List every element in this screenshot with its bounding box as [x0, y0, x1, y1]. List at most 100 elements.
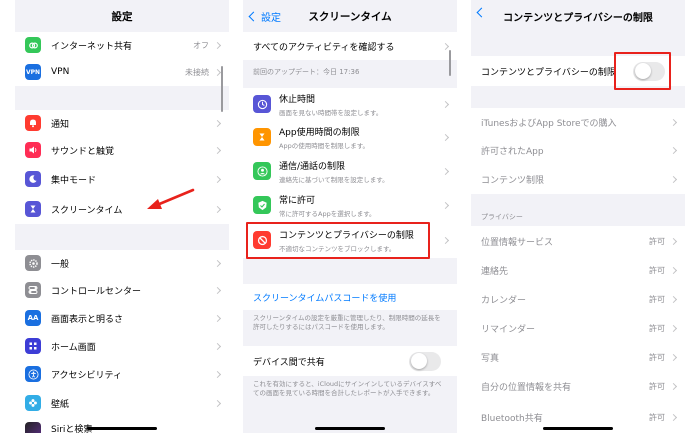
settings-screen: 設定 インターネット共有 オフ VPN VPN 未接続 通知 サウンドと触覚 集… [15, 0, 229, 433]
passcode-link-label: スクリーンタイムパスコードを使用 [253, 293, 397, 304]
chevron-right-icon [213, 370, 222, 378]
privacy-value: 許可 [649, 266, 665, 275]
flower-icon [25, 395, 41, 411]
privacy-label: カレンダー [481, 296, 527, 306]
privacy-item-share-location[interactable]: 自分の位置情報を共有 許可 [471, 372, 685, 401]
settings-item-label: VPN [51, 67, 70, 77]
vpn-value: 未接続 [185, 67, 209, 77]
share-toggle[interactable] [409, 351, 441, 371]
privacy-item-reminders[interactable]: リマインダー 許可 [471, 314, 685, 343]
screen-time-item-app-limits[interactable]: App使用時間の制限 Appの使用時間を制限します。 [243, 120, 457, 154]
settings-item-display[interactable]: AA 画面表示と明るさ [15, 304, 229, 332]
page-title: 設定 [111, 10, 133, 23]
privacy-section-header: プライバシー [481, 213, 523, 221]
back-button[interactable] [476, 7, 489, 18]
restriction-item-content[interactable]: コンテンツ制限 [471, 164, 685, 194]
page-title: コンテンツとプライバシーの制限 [503, 12, 653, 24]
item-title: 通信/通話の制限 [279, 161, 346, 172]
chevron-right-icon [669, 353, 678, 362]
chevron-right-icon [441, 133, 450, 141]
settings-item-label: アクセシビリティ [51, 370, 123, 381]
settings-item-vpn[interactable]: VPN VPN 未接続 [15, 58, 229, 86]
settings-item-label: 一般 [51, 259, 70, 270]
last-update-text: 前回のアップデート：今日 17:36 [253, 68, 360, 76]
item-subtitle: Appの使用時間を制限します。 [279, 141, 370, 150]
settings-item-wallpaper[interactable]: 壁紙 [15, 388, 229, 418]
chevron-right-icon [441, 100, 450, 108]
settings-item-label: サウンドと触覚 [51, 146, 115, 157]
settings-item-label: スクリーンタイム [51, 205, 123, 216]
chevron-right-icon [669, 413, 678, 421]
restriction-label: 許可されたApp [481, 146, 544, 157]
chevron-right-icon [213, 259, 222, 267]
share-description: これを有効にすると、iCloudにサインインしているデバイスすべての画面を見てい… [253, 380, 442, 397]
settings-item-siri[interactable]: Siriと検索 [15, 418, 229, 433]
text-size-icon: AA [25, 310, 41, 326]
settings-item-general[interactable]: 一般 [15, 250, 229, 276]
privacy-label: 自分の位置情報を共有 [481, 383, 572, 393]
settings-item-control-center[interactable]: コントロールセンター [15, 276, 229, 304]
chevron-right-icon [441, 167, 450, 175]
settings-item-label: コントロールセンター [51, 286, 142, 297]
privacy-item-location[interactable]: 位置情報サービス 許可 [471, 226, 685, 256]
privacy-label: 位置情報サービス [481, 237, 554, 248]
screen-time-item-always-allowed[interactable]: 常に許可 常に許可するAppを選択します。 [243, 188, 457, 222]
scrollbar[interactable] [449, 50, 451, 76]
screen-time-item-downtime[interactable]: 休止時間 画面を見ない時間帯を設定します。 [243, 88, 457, 120]
chevron-right-icon [213, 146, 222, 154]
privacy-label: リマインダー [481, 325, 536, 335]
passcode-link[interactable]: スクリーンタイムパスコードを使用 [243, 284, 457, 310]
settings-item-notifications[interactable]: 通知 [15, 110, 229, 136]
settings-item-sounds[interactable]: サウンドと触覚 [15, 136, 229, 164]
privacy-value: 許可 [649, 295, 665, 304]
privacy-value: 許可 [649, 412, 665, 422]
passcode-description: スクリーンタイムの設定を厳重に管理したり、制限時間の延長を許可したりするにはパス… [253, 314, 441, 331]
home-indicator [315, 427, 385, 430]
privacy-value: 許可 [649, 324, 665, 333]
privacy-item-photos[interactable]: 写真 許可 [471, 343, 685, 372]
chevron-right-icon [213, 399, 222, 407]
all-activity-row[interactable]: すべてのアクティビティを確認する [243, 32, 457, 60]
gear-icon [25, 255, 41, 271]
person-icon [253, 162, 271, 180]
speaker-icon [25, 142, 41, 158]
privacy-label: 連絡先 [481, 267, 509, 277]
chevron-right-icon [213, 205, 222, 213]
screen-time-navbar: 設定 スクリーンタイム [243, 0, 457, 32]
restriction-label: iTunesおよびApp Storeでの購入 [481, 118, 617, 129]
settings-item-home-screen[interactable]: ホーム画面 [15, 332, 229, 360]
privacy-item-contacts[interactable]: 連絡先 許可 [471, 256, 685, 285]
chevron-right-icon [213, 342, 222, 350]
chevron-right-icon [213, 41, 222, 49]
chevron-right-icon [669, 266, 678, 275]
chevron-right-icon [669, 382, 678, 391]
page-title: スクリーンタイム [308, 10, 392, 23]
item-title: 休止時間 [279, 94, 316, 105]
content-privacy-screen: コンテンツとプライバシーの制限 コンテンツとプライバシーの制限 iTunesおよ… [471, 0, 685, 433]
privacy-value: 許可 [649, 236, 665, 246]
highlight-box [614, 52, 671, 90]
privacy-label: 写真 [481, 354, 500, 364]
chevron-left-icon [476, 7, 487, 18]
privacy-value: 許可 [649, 353, 665, 362]
vpn-icon: VPN [25, 64, 41, 80]
chevron-right-icon [441, 236, 450, 244]
restriction-item-allowed-apps[interactable]: 許可されたApp [471, 136, 685, 164]
back-label: 設定 [261, 13, 281, 24]
home-indicator [543, 427, 613, 430]
settings-item-accessibility[interactable]: アクセシビリティ [15, 360, 229, 388]
restriction-item-itunes[interactable]: iTunesおよびApp Storeでの購入 [471, 108, 685, 136]
settings-item-label: 壁紙 [51, 399, 70, 410]
scrollbar[interactable] [221, 66, 223, 112]
item-subtitle: 常に許可するAppを選択します。 [279, 209, 376, 218]
settings-item-label: 画面表示と明るさ [51, 314, 124, 325]
share-label: デバイス間で共有 [253, 357, 325, 368]
item-title: 常に許可 [279, 195, 316, 206]
highlight-box [246, 222, 430, 259]
home-grid-icon [25, 338, 41, 354]
back-button[interactable]: 設定 [248, 9, 281, 24]
screen-time-item-communication[interactable]: 通信/通話の制限 連絡先に基づいて制限を設定します。 [243, 154, 457, 188]
moon-icon [25, 171, 41, 187]
privacy-item-calendars[interactable]: カレンダー 許可 [471, 285, 685, 314]
settings-item-hotspot[interactable]: インターネット共有 オフ [15, 32, 229, 58]
